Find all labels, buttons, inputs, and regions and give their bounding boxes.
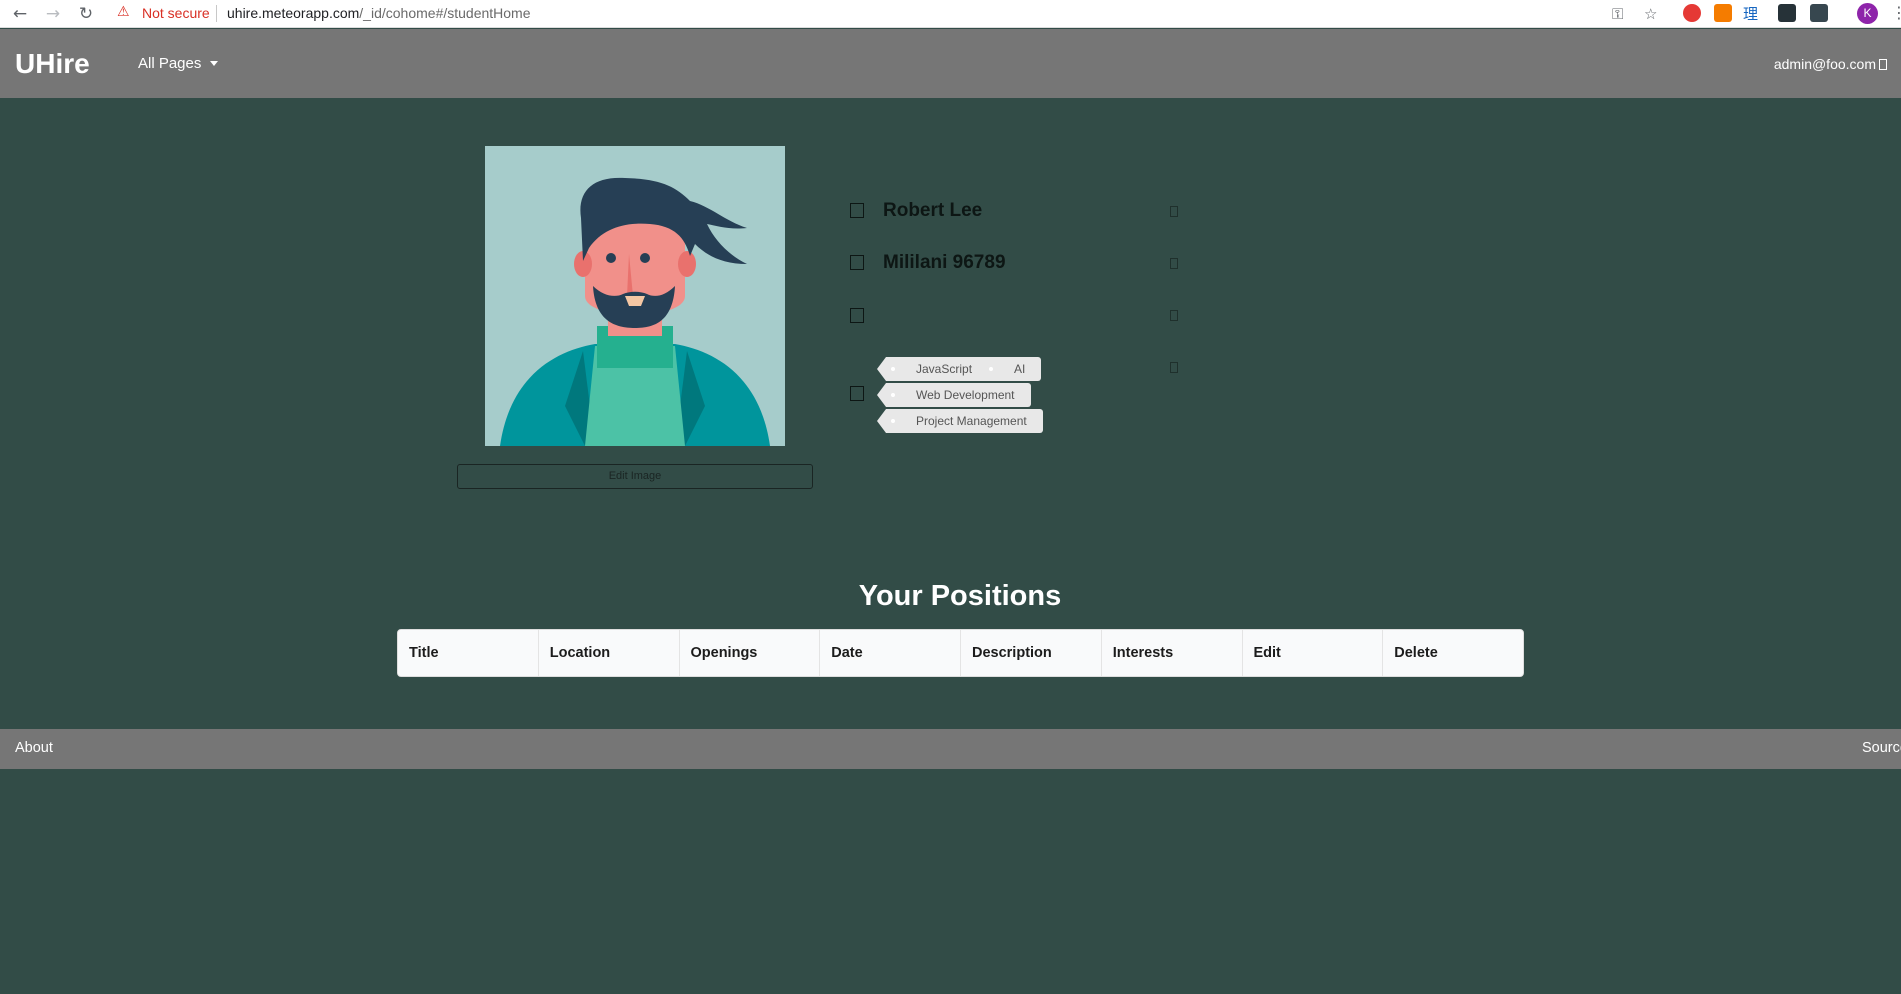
edit-name-icon[interactable] bbox=[1170, 206, 1178, 217]
bookmark-star-icon[interactable]: ☆ bbox=[1644, 4, 1657, 24]
url-host: uhire.meteorapp.com bbox=[227, 5, 360, 21]
name-checkbox[interactable] bbox=[850, 203, 864, 218]
reload-icon[interactable]: ↻ bbox=[75, 3, 97, 25]
caret-down-icon bbox=[210, 61, 219, 66]
positions-heading: Your Positions bbox=[858, 580, 1062, 612]
adblock-extension-icon[interactable] bbox=[1683, 4, 1701, 22]
edit-third-field-icon[interactable] bbox=[1170, 310, 1178, 321]
column-header-title[interactable]: Title bbox=[398, 630, 538, 676]
user-menu[interactable]: admin@foo.com bbox=[1774, 56, 1887, 72]
edit-image-button[interactable]: Edit Image bbox=[457, 464, 813, 489]
interests-checkbox[interactable] bbox=[850, 386, 864, 401]
user-email: admin@foo.com bbox=[1773, 56, 1876, 72]
source-link[interactable]: Source bbox=[1862, 740, 1901, 756]
browser-toolbar: ← → ↻ ⚠ Not secure uhire.meteorapp.com/_… bbox=[0, 0, 1901, 28]
profile-avatar[interactable]: K bbox=[1857, 3, 1878, 24]
forward-arrow-icon[interactable]: → bbox=[42, 3, 64, 25]
location-checkbox[interactable] bbox=[850, 255, 864, 270]
column-header-openings[interactable]: Openings bbox=[678, 630, 820, 676]
react-devtools-icon[interactable] bbox=[1778, 4, 1796, 22]
dictionary-extension-icon[interactable]: 理 bbox=[1743, 4, 1758, 24]
profile-location: Mililani 96789 bbox=[883, 252, 1006, 273]
address-bar[interactable]: uhire.meteorapp.com/_id/cohome#/studentH… bbox=[227, 5, 531, 21]
column-header-location[interactable]: Location bbox=[537, 630, 679, 676]
column-header-delete[interactable]: Delete bbox=[1382, 630, 1523, 676]
profile-name: Robert Lee bbox=[883, 200, 983, 221]
column-header-description[interactable]: Description bbox=[960, 630, 1101, 676]
interest-tag[interactable]: AI bbox=[974, 357, 1042, 381]
all-pages-label: All Pages bbox=[138, 55, 202, 72]
about-link[interactable]: About bbox=[15, 740, 53, 756]
edit-location-icon[interactable] bbox=[1170, 258, 1178, 269]
interest-tag[interactable]: JavaScript bbox=[876, 357, 989, 381]
positions-table: Title Location Openings Date Description… bbox=[397, 629, 1524, 677]
page-footer: About Source bbox=[0, 729, 1901, 769]
third-field-checkbox[interactable] bbox=[850, 308, 864, 323]
browser-menu-icon[interactable]: ⋮ bbox=[1891, 3, 1901, 22]
profile-photo bbox=[485, 146, 785, 446]
interest-tag[interactable]: Project Management bbox=[877, 409, 1043, 433]
column-header-interests[interactable]: Interests bbox=[1100, 630, 1242, 676]
url-path: /_id/cohome#/studentHome bbox=[359, 5, 531, 21]
lock-extension-icon[interactable] bbox=[1714, 4, 1732, 22]
avatar-illustration bbox=[500, 177, 770, 446]
column-header-edit[interactable]: Edit bbox=[1241, 630, 1383, 676]
edit-interests-icon[interactable] bbox=[1170, 362, 1178, 373]
user-dropdown-icon bbox=[1879, 59, 1887, 70]
address-separator bbox=[216, 5, 217, 22]
all-pages-dropdown[interactable]: All Pages bbox=[138, 55, 219, 72]
security-status[interactable]: Not secure bbox=[142, 5, 210, 21]
extension-icon[interactable] bbox=[1810, 4, 1828, 22]
interest-tag[interactable]: Web Development bbox=[877, 383, 1031, 407]
warning-triangle-icon[interactable]: ⚠ bbox=[117, 4, 130, 20]
app-navbar: UHire All Pages admin@foo.com bbox=[0, 29, 1901, 98]
brand-logo[interactable]: UHire bbox=[15, 48, 90, 80]
back-arrow-icon[interactable]: ← bbox=[9, 3, 31, 25]
key-icon[interactable]: ⚿ bbox=[1612, 4, 1623, 24]
column-header-date[interactable]: Date bbox=[819, 630, 960, 676]
